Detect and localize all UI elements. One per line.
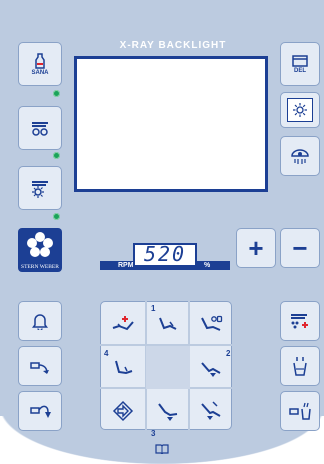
chair-add-icon: [112, 315, 134, 330]
position-number-2: 2: [226, 349, 231, 358]
display-screen: [74, 56, 268, 192]
del-icon: [292, 54, 308, 67]
sana-button[interactable]: SANA: [18, 42, 62, 86]
spittoon-left-button[interactable]: [18, 346, 62, 386]
spittoon-down-icon: [30, 405, 51, 418]
chair-position-1-icon: [159, 317, 177, 330]
chair-exit-icon: [112, 400, 134, 421]
bowl-rinse-button[interactable]: [280, 391, 320, 431]
screen-title: X-RAY BACKLIGHT: [119, 40, 227, 51]
brand-name: STERN WEBER: [21, 264, 59, 270]
chair-exit-button[interactable]: [101, 389, 145, 432]
chair-position-2-icon: [201, 361, 221, 377]
instrument-settings-icon: [291, 314, 308, 329]
chair-seat-icon: [201, 315, 223, 331]
instrument-rotate-button[interactable]: [18, 106, 62, 150]
spittoon-left-icon: [30, 362, 49, 374]
chair-center-cell: [146, 346, 190, 389]
spittoon-down-button[interactable]: [18, 391, 62, 431]
rpm-unit: %: [204, 262, 211, 269]
chair-position-3-icon: [158, 402, 178, 421]
position-number-1: 1: [151, 304, 156, 313]
bell-button[interactable]: [18, 301, 62, 341]
cup-fill-button[interactable]: [280, 346, 320, 386]
chair-position-3-button[interactable]: [146, 389, 190, 432]
position-number-4: 4: [104, 349, 109, 358]
del-button[interactable]: DEL: [280, 42, 320, 86]
instrument-light-icon: [32, 181, 48, 198]
chair-backrest-icon: [201, 400, 221, 420]
sana-bottle-icon: [35, 52, 45, 69]
chair-backrest-button[interactable]: [189, 389, 233, 432]
plus-button[interactable]: +: [236, 228, 276, 268]
bell-icon: [32, 314, 48, 330]
backlight-button[interactable]: [280, 92, 320, 128]
minus-button[interactable]: −: [280, 228, 320, 268]
operating-lamp-button[interactable]: [280, 136, 320, 176]
chair-seat-button[interactable]: [189, 302, 233, 345]
del-label: DEL: [294, 67, 306, 74]
book-icon: [155, 444, 169, 454]
backlight-icon: [293, 103, 307, 117]
operating-lamp-icon: [291, 149, 309, 164]
sana-led: [53, 90, 60, 97]
brand-logo: STERN WEBER: [18, 228, 62, 272]
cup-fill-icon: [293, 357, 307, 376]
instrument-rotate-icon: [32, 122, 48, 136]
position-number-3: 3: [151, 429, 156, 438]
rpm-value: 520: [133, 243, 197, 267]
bowl-rinse-icon: [289, 402, 311, 420]
light-led: [53, 213, 60, 220]
sana-label: SANA: [31, 69, 49, 76]
chair-position-4-icon: [115, 360, 133, 374]
chair-add-button[interactable]: [101, 302, 145, 345]
rpm-label: RPM: [118, 262, 134, 269]
instrument-settings-button[interactable]: [280, 301, 320, 341]
rotate-led: [53, 152, 60, 159]
instrument-light-button[interactable]: [18, 166, 62, 210]
flower-logo-icon: [27, 232, 53, 257]
